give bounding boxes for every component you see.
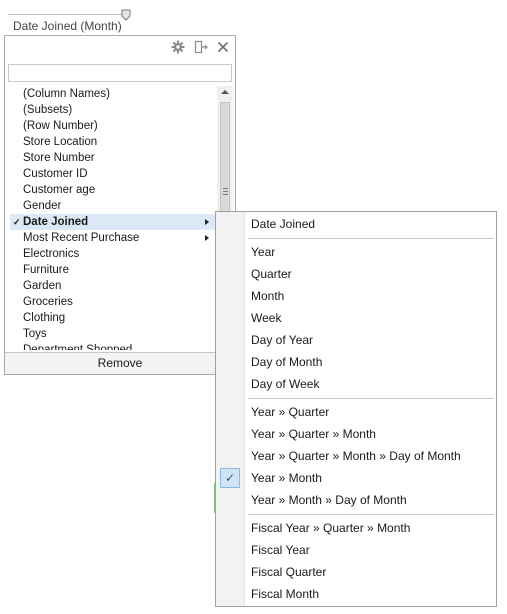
column-list: (Column Names) (Subsets) (Row Number) St… bbox=[5, 86, 235, 350]
list-item[interactable]: Groceries bbox=[10, 294, 215, 310]
column-picker-panel: (Column Names) (Subsets) (Row Number) St… bbox=[4, 35, 236, 375]
list-item[interactable]: Electronics bbox=[10, 246, 215, 262]
panel-toolbar bbox=[5, 36, 235, 58]
menu-item-year-month[interactable]: ✓ Year » Month bbox=[216, 467, 496, 489]
menu-item-month[interactable]: Month bbox=[216, 285, 496, 307]
menu-item-day-of-year[interactable]: Day of Year bbox=[216, 329, 496, 351]
submenu-arrow-icon bbox=[205, 235, 209, 241]
menu-item-fiscal-year[interactable]: Fiscal Year bbox=[216, 539, 496, 561]
list-item[interactable]: Clothing bbox=[10, 310, 215, 326]
background-chart-edge bbox=[214, 483, 216, 513]
menu-item-fiscal-quarter[interactable]: Fiscal Quarter bbox=[216, 561, 496, 583]
list-item[interactable]: Department Shopped bbox=[10, 342, 215, 350]
list-item[interactable]: Store Number bbox=[10, 150, 215, 166]
list-item-most-recent-purchase[interactable]: Most Recent Purchase bbox=[10, 230, 215, 246]
menu-item-year-quarter-month-day[interactable]: Year » Quarter » Month » Day of Month bbox=[216, 445, 496, 467]
list-item[interactable]: Store Location bbox=[10, 134, 215, 150]
menu-item-year[interactable]: Year bbox=[216, 241, 496, 263]
checkmark-icon: ✓ bbox=[220, 468, 240, 488]
menu-item-quarter[interactable]: Quarter bbox=[216, 263, 496, 285]
menu-item-date-joined[interactable]: Date Joined bbox=[216, 213, 496, 235]
list-item[interactable]: Toys bbox=[10, 326, 215, 342]
axis-slider-track[interactable] bbox=[8, 14, 130, 15]
menu-item-year-month-day[interactable]: Year » Month » Day of Month bbox=[216, 489, 496, 511]
menu-item-fiscal-month[interactable]: Fiscal Month bbox=[216, 583, 496, 605]
gear-icon[interactable] bbox=[171, 40, 185, 54]
menu-item-day-of-week[interactable]: Day of Week bbox=[216, 373, 496, 395]
date-hierarchy-menu: Date Joined Year Quarter Month Week Day … bbox=[215, 211, 497, 607]
checkmark-icon: ✓ bbox=[13, 217, 21, 227]
menu-item-week[interactable]: Week bbox=[216, 307, 496, 329]
list-item[interactable]: (Column Names) bbox=[10, 86, 215, 102]
list-item[interactable]: Customer age bbox=[10, 182, 215, 198]
remove-button[interactable]: Remove bbox=[5, 352, 235, 374]
axis-selector-label[interactable]: Date Joined (Month) bbox=[13, 19, 122, 33]
menu-separator bbox=[248, 398, 494, 399]
list-item-date-joined[interactable]: ✓ Date Joined bbox=[10, 214, 215, 230]
close-icon[interactable] bbox=[216, 40, 230, 54]
menu-item-year-quarter-month[interactable]: Year » Quarter » Month bbox=[216, 423, 496, 445]
submenu-arrow-icon bbox=[205, 219, 209, 225]
menu-item-fiscal-year-quarter-month[interactable]: Fiscal Year » Quarter » Month bbox=[216, 517, 496, 539]
list-item[interactable]: Customer ID bbox=[10, 166, 215, 182]
list-item[interactable]: (Subsets) bbox=[10, 102, 215, 118]
menu-item-day-of-month[interactable]: Day of Month bbox=[216, 351, 496, 373]
scroll-up-arrow-icon[interactable] bbox=[221, 90, 229, 94]
search-input[interactable] bbox=[8, 64, 232, 82]
slider-thumb-icon[interactable] bbox=[121, 9, 131, 21]
list-item[interactable]: Furniture bbox=[10, 262, 215, 278]
list-item[interactable]: (Row Number) bbox=[10, 118, 215, 134]
menu-item-year-quarter[interactable]: Year » Quarter bbox=[216, 401, 496, 423]
list-item[interactable]: Gender bbox=[10, 198, 215, 214]
list-item[interactable]: Garden bbox=[10, 278, 215, 294]
pop-out-icon[interactable] bbox=[194, 40, 208, 54]
menu-separator bbox=[248, 514, 494, 515]
menu-separator bbox=[248, 238, 494, 239]
